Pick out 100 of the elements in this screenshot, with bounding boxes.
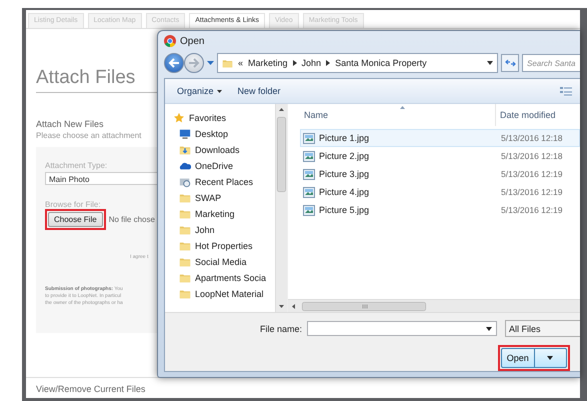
- breadcrumb-item[interactable]: Marketing: [248, 58, 288, 68]
- app-icon: [164, 35, 176, 48]
- nav-item[interactable]: Favorites: [165, 110, 275, 126]
- nav-label: Recent Places: [195, 177, 254, 187]
- nav-label: Hot Properties: [195, 241, 253, 251]
- file-name: Picture 1.jpg: [319, 133, 370, 143]
- cloud-icon: [179, 160, 191, 172]
- folder-icon: [179, 208, 191, 220]
- nav-item[interactable]: LoopNet Material: [165, 286, 275, 302]
- folder-icon: [179, 240, 191, 252]
- folder-icon: [179, 288, 191, 300]
- file-name: Picture 2.jpg: [319, 151, 370, 161]
- file-status-text: No file chose: [108, 215, 155, 224]
- arrow-right-icon: [188, 58, 200, 68]
- file-row[interactable]: Picture 4.jpg 5/13/2016 12:19: [300, 183, 580, 201]
- file-date: 5/13/2016 12:18: [500, 151, 562, 161]
- dialog-title: Open: [180, 36, 204, 47]
- nav-label: SWAP: [195, 193, 222, 203]
- nav-label: Downloads: [195, 145, 240, 155]
- image-file-icon: [303, 150, 315, 162]
- file-name: Picture 4.jpg: [319, 187, 370, 197]
- file-name: Picture 5.jpg: [319, 205, 370, 215]
- section-title: Attach New Files: [36, 119, 104, 129]
- instructions-text: Please choose an attachment: [36, 131, 142, 140]
- nav-label: Favorites: [189, 113, 226, 123]
- folder-icon: [222, 58, 233, 69]
- nav-item[interactable]: John: [165, 222, 275, 238]
- nav-item[interactable]: Apartments Socia: [165, 270, 275, 286]
- caret-icon: [486, 326, 492, 330]
- nav-label: Social Media: [195, 257, 247, 267]
- folder-icon: [179, 192, 191, 204]
- nav-label: LoopNet Material: [195, 289, 264, 299]
- image-file-icon: [303, 186, 315, 198]
- nav-label: Apartments Socia: [195, 273, 266, 283]
- nav-label: OneDrive: [195, 161, 234, 171]
- caret-icon: [216, 90, 222, 92]
- address-bar[interactable]: « Marketing John Santa Monica Property: [217, 53, 498, 74]
- file-row[interactable]: Picture 5.jpg 5/13/2016 12:19: [300, 201, 580, 219]
- breadcrumb-item[interactable]: John: [302, 58, 322, 68]
- scroll-down-icon[interactable]: [279, 305, 284, 308]
- nav-item[interactable]: Marketing: [165, 206, 275, 222]
- breadcrumb-overflow[interactable]: «: [238, 58, 244, 68]
- chevron-right-icon: [326, 60, 330, 66]
- horizontal-scrollbar[interactable]: [288, 299, 580, 312]
- file-name: Picture 3.jpg: [319, 169, 370, 179]
- image-file-icon: [303, 132, 315, 144]
- file-row[interactable]: Picture 2.jpg 5/13/2016 12:18: [300, 147, 580, 165]
- scroll-left-icon[interactable]: [292, 304, 295, 308]
- refresh-button[interactable]: [501, 54, 519, 72]
- arrow-left-icon: [168, 58, 180, 68]
- image-file-icon: [303, 204, 315, 216]
- caret-icon[interactable]: [207, 61, 214, 66]
- organize-button[interactable]: Organize: [177, 86, 222, 96]
- nav-item[interactable]: Desktop: [165, 126, 275, 142]
- file-date: 5/13/2016 12:19: [500, 205, 562, 215]
- page-title: Attach Files: [36, 67, 136, 89]
- nav-item[interactable]: Social Media: [165, 254, 275, 270]
- open-button[interactable]: Open: [501, 348, 567, 368]
- arrows-icon: [504, 59, 516, 68]
- column-header[interactable]: Name: [304, 110, 328, 120]
- scrollbar-thumb[interactable]: [277, 117, 286, 192]
- file-type-select[interactable]: All Files: [505, 320, 580, 337]
- file-name-label: File name:: [258, 324, 302, 334]
- search-field[interactable]: Search Santa: [522, 54, 580, 72]
- scrollbar-thumb[interactable]: [302, 302, 426, 310]
- new-folder-button[interactable]: New folder: [238, 86, 281, 96]
- caret-icon: [547, 356, 554, 360]
- nav-item[interactable]: OneDrive: [165, 158, 275, 174]
- field-label: Browse for File:: [45, 200, 101, 209]
- column-header[interactable]: Date modified: [500, 110, 556, 120]
- download-folder-icon: [179, 144, 191, 156]
- vertical-scrollbar[interactable]: [275, 104, 287, 312]
- chevron-right-icon: [292, 60, 297, 66]
- nav-item[interactable]: Recent Places: [165, 174, 275, 190]
- nav-label: Desktop: [195, 129, 228, 139]
- scroll-up-icon[interactable]: [279, 108, 284, 111]
- forward-button[interactable]: [184, 53, 204, 74]
- file-date: 5/13/2016 12:19: [500, 187, 562, 197]
- file-name-field[interactable]: [307, 321, 497, 336]
- monitor-icon: [179, 128, 191, 140]
- sort-arrow-icon: [400, 106, 406, 109]
- file-row[interactable]: Picture 3.jpg 5/13/2016 12:19: [300, 165, 580, 183]
- file-row[interactable]: Picture 1.jpg 5/13/2016 12:18: [300, 129, 580, 147]
- view-options-icon[interactable]: [560, 86, 572, 96]
- choose-file-button[interactable]: Choose File: [48, 212, 103, 227]
- star-icon: [173, 112, 185, 124]
- folder-icon: [179, 224, 191, 236]
- file-date: 5/13/2016 12:19: [500, 169, 562, 179]
- nav-item[interactable]: SWAP: [165, 190, 275, 206]
- folder-icon: [179, 272, 191, 284]
- nav-label: Marketing: [195, 209, 235, 219]
- field-label: Attachment Type:: [45, 161, 108, 170]
- breadcrumb-item[interactable]: Santa Monica Property: [335, 58, 427, 68]
- nav-label: John: [195, 225, 215, 235]
- file-date: 5/13/2016 12:18: [500, 133, 562, 143]
- image-file-icon: [303, 168, 315, 180]
- nav-item[interactable]: Downloads: [165, 142, 275, 158]
- folder-icon: [179, 256, 191, 268]
- back-button[interactable]: [164, 53, 184, 74]
- nav-item[interactable]: Hot Properties: [165, 238, 275, 254]
